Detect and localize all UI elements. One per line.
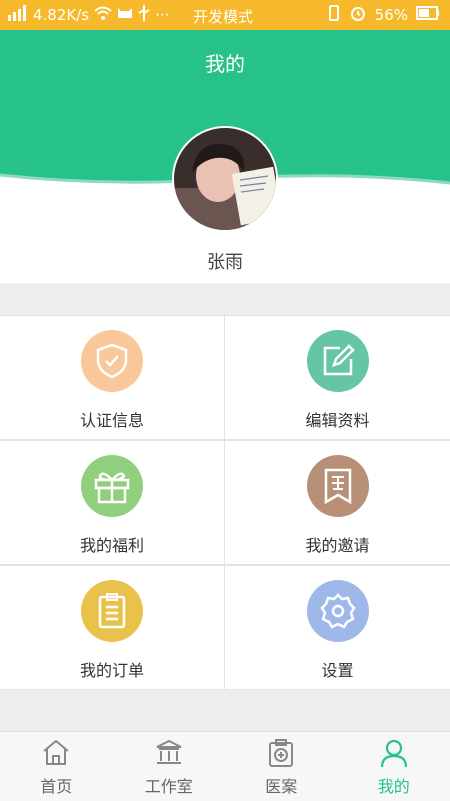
menu-item-settings[interactable]: 设置: [225, 565, 450, 690]
menu-label: 编辑资料: [225, 407, 450, 431]
cat-icon: [117, 6, 133, 24]
tab-label: 工作室: [113, 773, 226, 797]
tab-label: 首页: [0, 773, 113, 797]
vibrate-icon: [327, 5, 341, 25]
menu-item-orders[interactable]: 我的订单: [0, 565, 225, 690]
tab-studio[interactable]: 工作室: [113, 732, 226, 801]
tab-label: 医案: [225, 773, 338, 797]
menu-item-verification[interactable]: 认证信息: [0, 315, 225, 440]
menu-label: 设置: [225, 657, 450, 681]
menu-label: 我的福利: [0, 532, 224, 556]
menu-label: 我的邀请: [225, 532, 450, 556]
user-name: 张雨: [0, 248, 450, 274]
user-icon: [380, 738, 408, 772]
battery-level: 56%: [375, 6, 408, 24]
wifi-icon: [94, 6, 112, 24]
battery-icon: [416, 6, 440, 24]
menu-label: 我的订单: [0, 657, 224, 681]
tab-medical-records[interactable]: 医案: [225, 732, 338, 801]
more-notifications: ···: [155, 6, 169, 24]
gear-icon: [307, 580, 369, 642]
menu-item-benefits[interactable]: 我的福利: [0, 440, 225, 565]
menu-label: 认证信息: [0, 407, 224, 431]
studio-icon: [154, 738, 184, 770]
avatar[interactable]: [172, 126, 278, 232]
alarm-icon: [349, 4, 367, 26]
status-bar: 4.82K/s ··· 开发模式 56%: [0, 0, 450, 30]
bottom-nav: 首页 工作室 医案 我的: [0, 731, 450, 801]
tab-home[interactable]: 首页: [0, 732, 113, 801]
usb-icon: [138, 5, 150, 25]
signal-icon: [8, 5, 28, 25]
menu-grid: 认证信息 编辑资料 我的福利 我的邀请 我的订单 设置: [0, 315, 450, 690]
menu-item-invitations[interactable]: 我的邀请: [225, 440, 450, 565]
network-speed: 4.82K/s: [33, 6, 89, 24]
developer-mode-text: 开发模式: [193, 6, 253, 27]
menu-item-edit-profile[interactable]: 编辑资料: [225, 315, 450, 440]
tab-mine[interactable]: 我的: [338, 732, 450, 801]
page-title: 我的: [0, 48, 450, 77]
medical-record-icon: [267, 738, 295, 772]
order-clipboard-icon: [81, 580, 143, 642]
gift-icon: [81, 455, 143, 517]
home-icon: [41, 738, 71, 770]
invite-icon: [307, 455, 369, 517]
tab-label: 我的: [338, 773, 450, 797]
shield-check-icon: [81, 330, 143, 392]
edit-icon: [307, 330, 369, 392]
